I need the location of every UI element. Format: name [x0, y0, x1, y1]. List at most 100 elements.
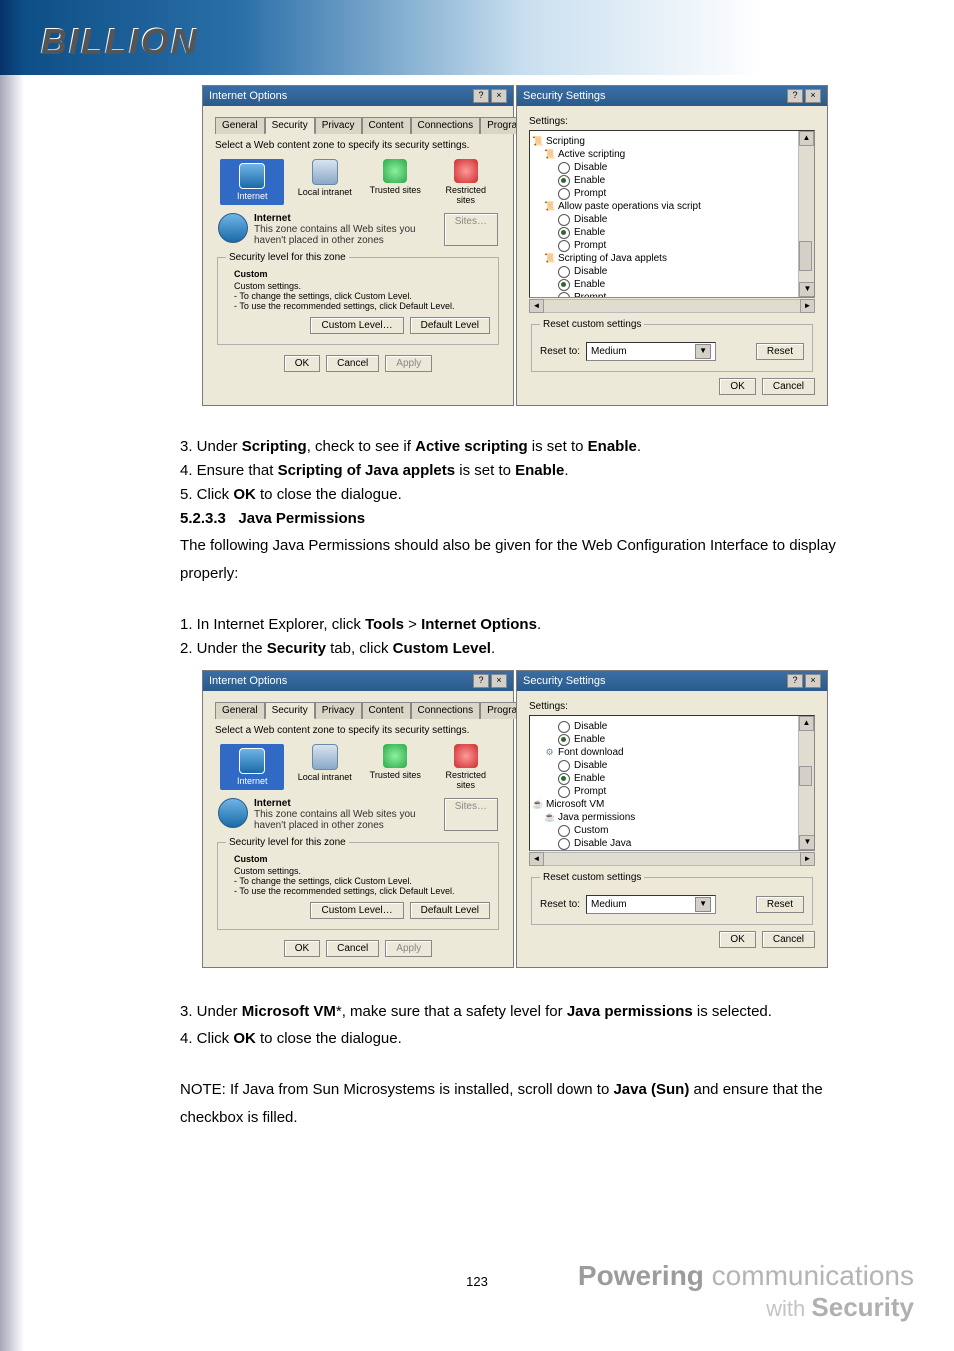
reset-select-2[interactable]: Medium ▼	[586, 895, 716, 914]
radio-prompt[interactable]	[558, 188, 570, 200]
zone-trusted[interactable]: Trusted sites	[365, 159, 425, 205]
tab-privacy[interactable]: Privacy	[315, 702, 362, 719]
radio-custom[interactable]	[558, 825, 570, 837]
ss2-scrollbar-h[interactable]: ◄ ►	[529, 852, 815, 866]
ss1-ok-button[interactable]: OK	[719, 378, 755, 395]
ss1-window-controls: ? ×	[787, 89, 821, 103]
scroll-down-icon[interactable]: ▼	[799, 282, 815, 297]
trusted-icon	[383, 744, 407, 768]
radio-enable[interactable]	[558, 773, 570, 785]
radio-disable[interactable]	[558, 214, 570, 226]
io2-cancel-button[interactable]: Cancel	[326, 940, 379, 957]
scroll-left-icon[interactable]: ◄	[529, 852, 544, 866]
io2-ok-button[interactable]: OK	[284, 940, 320, 957]
security-level-legend: Security level for this zone	[226, 837, 349, 848]
tab-connections[interactable]: Connections	[411, 117, 481, 134]
ss1-close-btn[interactable]: ×	[805, 89, 821, 103]
scroll-thumb[interactable]	[799, 766, 812, 786]
h-font-download: Font download	[558, 746, 624, 759]
doc-block-1: 3. Under Scripting, check to see if Acti…	[180, 436, 850, 660]
io-close-btn[interactable]: ×	[491, 89, 507, 103]
sites-button[interactable]: Sites…	[444, 213, 498, 246]
zone-trusted[interactable]: Trusted sites	[365, 744, 425, 790]
io2-help-btn[interactable]: ?	[473, 674, 489, 688]
default-level-button[interactable]: Default Level	[410, 317, 490, 334]
io2-close-btn[interactable]: ×	[491, 674, 507, 688]
tab-security[interactable]: Security	[265, 702, 315, 719]
tab-general[interactable]: General	[215, 702, 265, 719]
footer-l2b: Security	[811, 1292, 914, 1322]
scroll-up-icon[interactable]: ▲	[799, 131, 814, 146]
sites-button[interactable]: Sites…	[444, 798, 498, 831]
radio-enable[interactable]	[558, 734, 570, 746]
scroll-thumb[interactable]	[799, 241, 812, 271]
tab-content[interactable]: Content	[362, 117, 411, 134]
level-sub: Custom settings.	[234, 281, 490, 291]
custom-level-button[interactable]: Custom Level…	[310, 902, 403, 919]
ss1-help-btn[interactable]: ?	[787, 89, 803, 103]
chevron-down-icon[interactable]: ▼	[695, 897, 711, 912]
radio-prompt[interactable]	[558, 786, 570, 798]
tab-connections[interactable]: Connections	[411, 702, 481, 719]
chevron-down-icon[interactable]: ▼	[695, 344, 711, 359]
zone-info-desc: This zone contains all Web sites you hav…	[254, 224, 438, 246]
ss2-settings-list[interactable]: Disable Enable ⚙Font download Disable En…	[529, 715, 815, 851]
ss2-close-btn[interactable]: ×	[805, 674, 821, 688]
radio-prompt[interactable]	[558, 292, 570, 299]
ss1-settings-list[interactable]: 📜Scripting 📜Active scripting Disable Ena…	[529, 130, 815, 298]
ss1-titlebar: Security Settings ? ×	[517, 86, 827, 106]
radio-disable[interactable]	[558, 721, 570, 733]
zone-internet[interactable]: Internet	[220, 159, 284, 205]
reset-button-1[interactable]: Reset	[756, 343, 804, 360]
radio-enable[interactable]	[558, 279, 570, 291]
ss1-scrollbar-h[interactable]: ◄ ►	[529, 299, 815, 313]
radio-enable[interactable]	[558, 175, 570, 187]
radio-high[interactable]	[558, 851, 570, 852]
custom-level-button[interactable]: Custom Level…	[310, 317, 403, 334]
tab-general[interactable]: General	[215, 117, 265, 134]
r-disable-3: Disable	[574, 265, 607, 278]
reset-button-2[interactable]: Reset	[756, 896, 804, 913]
radio-disable[interactable]	[558, 162, 570, 174]
scroll-up-icon[interactable]: ▲	[799, 716, 814, 731]
zone-local-intranet[interactable]: Local intranet	[295, 159, 355, 205]
tab-privacy[interactable]: Privacy	[315, 117, 362, 134]
default-level-button[interactable]: Default Level	[410, 902, 490, 919]
io2-title: Internet Options	[209, 675, 287, 687]
zone-local-intranet[interactable]: Local intranet	[295, 744, 355, 790]
zone-restricted[interactable]: Restricted sites	[436, 744, 496, 790]
scroll-right-icon[interactable]: ►	[800, 852, 815, 866]
reset-select-1[interactable]: Medium ▼	[586, 342, 716, 361]
side-shadow	[0, 0, 24, 1351]
security-level-block: Custom Custom settings. - To change the …	[226, 269, 490, 311]
ss2-cancel-button[interactable]: Cancel	[762, 931, 815, 948]
radio-enable[interactable]	[558, 227, 570, 239]
radio-prompt[interactable]	[558, 240, 570, 252]
ss2-help-btn[interactable]: ?	[787, 674, 803, 688]
io2-prompt: Select a Web content zone to specify its…	[215, 725, 501, 736]
io-window-controls: ? ×	[473, 89, 507, 103]
ss2-scrollbar-v[interactable]: ▲ ▼	[798, 716, 814, 850]
tab-content[interactable]: Content	[362, 702, 411, 719]
io2-apply-button[interactable]: Apply	[385, 940, 432, 957]
r-enable-2: Enable	[574, 226, 605, 239]
scroll-left-icon[interactable]: ◄	[529, 299, 544, 313]
io-cancel-button[interactable]: Cancel	[326, 355, 379, 372]
io-titlebar: Internet Options ? ×	[203, 86, 513, 106]
radio-disable[interactable]	[558, 266, 570, 278]
zone-internet[interactable]: Internet	[220, 744, 284, 790]
ss1-scrollbar-v[interactable]: ▲ ▼	[798, 131, 814, 297]
tab-security[interactable]: Security	[265, 117, 315, 134]
io-apply-button[interactable]: Apply	[385, 355, 432, 372]
radio-disable-java[interactable]	[558, 838, 570, 850]
scroll-track-h[interactable]	[544, 299, 800, 313]
ss2-ok-button[interactable]: OK	[719, 931, 755, 948]
io-help-btn[interactable]: ?	[473, 89, 489, 103]
ss1-cancel-button[interactable]: Cancel	[762, 378, 815, 395]
scroll-right-icon[interactable]: ►	[800, 299, 815, 313]
io-ok-button[interactable]: OK	[284, 355, 320, 372]
zone-restricted[interactable]: Restricted sites	[436, 159, 496, 205]
scroll-track-h[interactable]	[544, 852, 800, 866]
radio-disable[interactable]	[558, 760, 570, 772]
scroll-down-icon[interactable]: ▼	[799, 835, 815, 850]
